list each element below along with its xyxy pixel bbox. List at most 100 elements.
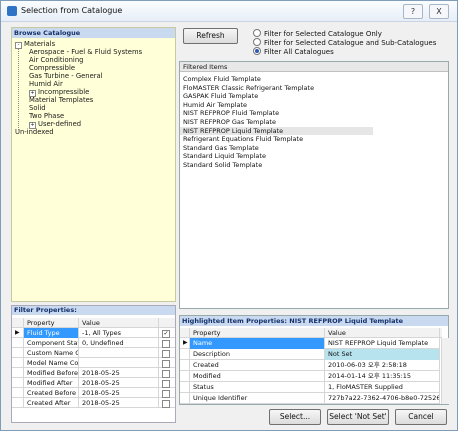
property-row[interactable]: Description Not Set	[180, 349, 440, 360]
row-indicator	[180, 371, 190, 382]
filter-property: Component Status	[24, 338, 79, 348]
property-value[interactable]: 727b7a22-7362-4706-b8e0-72526ea...	[325, 393, 440, 404]
filter-col-value: Value	[79, 318, 159, 328]
tree-item-label: Air Conditioning	[29, 56, 84, 64]
property-name: Modified	[190, 371, 325, 382]
filter-row[interactable]: Component Status0, Undefined	[12, 338, 175, 348]
cancel-button[interactable]: Cancel	[395, 409, 447, 425]
filter-scope-option[interactable]: Filter for Selected Catalogue Only	[253, 29, 382, 38]
tree-item[interactable]: Humid Air	[29, 80, 63, 88]
browse-catalogue-panel: Browse Catalogue - Materials Aerospace - F…	[11, 27, 176, 302]
filtered-item[interactable]: Standard Solid Template	[180, 161, 373, 169]
filter-scope-option[interactable]: Filter All Catalogues	[253, 47, 334, 56]
filter-row[interactable]: ▶ Fluid Type -1, All Types ✓	[12, 328, 175, 338]
filter-row[interactable]: Created After 2018-05-25	[12, 398, 175, 408]
filter-scope-option[interactable]: Filter for Selected Catalogue and Sub-Ca…	[253, 38, 436, 47]
selection-dialog: Selection from Catalogue ? X Browse Cata…	[0, 0, 458, 431]
filter-value[interactable]: 2018-05-25	[79, 388, 159, 398]
app-icon	[7, 6, 17, 16]
filtered-item[interactable]: Humid Air Template	[180, 101, 373, 109]
property-value[interactable]: NIST REFPROP Liquid Template	[325, 338, 440, 349]
tree-item-label: Un-indexed	[15, 128, 54, 136]
highlighted-col-property: Property	[190, 328, 325, 338]
filtered-item[interactable]: FloMASTER Classic Refrigerant Template	[180, 84, 373, 92]
filter-value[interactable]: 2018-05-25	[79, 368, 159, 378]
tree-item[interactable]: Material Templates	[29, 96, 93, 104]
filter-checkbox[interactable]	[162, 340, 170, 348]
filtered-item[interactable]: NIST REFPROP Fluid Template	[180, 109, 373, 117]
filter-value[interactable]: -1, All Types	[79, 328, 159, 338]
tree-item-label: Compressible	[29, 64, 76, 72]
filter-row[interactable]: Custom Name Cen...	[12, 348, 175, 358]
property-value[interactable]: 2010-06-03 오후 2:58:18	[325, 360, 440, 371]
tree-item[interactable]: Compressible	[29, 64, 75, 72]
filtered-item[interactable]: Complex Fluid Template	[180, 75, 373, 83]
filter-property: Created Before	[24, 388, 79, 398]
filtered-item[interactable]: Refrigerant Equations Fluid Template	[180, 135, 373, 143]
property-value[interactable]: Not Set	[325, 349, 440, 360]
property-row[interactable]: Created 2010-06-03 오후 2:58:18	[180, 360, 440, 371]
filtered-item[interactable]: Standard Gas Template	[180, 144, 373, 152]
filter-row[interactable]: Modified After 2018-05-25	[12, 378, 175, 388]
highlighted-properties-header: Highlighted Item Properties: NIST REFPRO…	[180, 316, 448, 326]
filter-properties-panel: Filter Properties: Property Value ▶ Fluid…	[11, 305, 176, 423]
filter-value[interactable]	[79, 348, 159, 358]
help-button[interactable]: ?	[403, 4, 423, 19]
property-row[interactable]: Status 1, FloMASTER Supplied	[180, 382, 440, 393]
property-value[interactable]: 2014-01-14 오후 11:35:15	[325, 371, 440, 382]
property-name: Description	[190, 349, 325, 360]
close-button[interactable]: X	[429, 4, 449, 19]
property-value[interactable]: 1, FloMASTER Supplied	[325, 382, 440, 393]
filtered-item[interactable]: Standard Liquid Template	[180, 152, 373, 160]
filtered-items-panel: Filtered Items Complex Fluid Template Flo…	[179, 61, 449, 309]
radio-button[interactable]	[253, 47, 261, 55]
filtered-items-header: Filtered Items	[180, 62, 448, 72]
window-title: Selection from Catalogue	[21, 6, 123, 15]
property-row[interactable]: Unique Identifier 727b7a22-7362-4706-b8e0…	[180, 393, 440, 404]
filter-value[interactable]	[79, 358, 159, 368]
tree-item-label: Materials	[24, 40, 56, 48]
filtered-item[interactable]: GASPAK Fluid Template	[180, 92, 373, 100]
row-indicator	[12, 398, 24, 408]
filter-checkbox[interactable]	[162, 360, 170, 368]
filter-row[interactable]: Created Before 2018-05-25	[12, 388, 175, 398]
tree-item[interactable]: Solid	[29, 104, 46, 112]
tree-item-label: Gas Turbine - General	[29, 72, 103, 80]
filtered-item[interactable]: NIST REFPROP Liquid Template	[180, 126, 373, 135]
tree-item[interactable]: Aerospace - Fuel & Fluid Systems	[29, 48, 142, 56]
tree-item[interactable]: Air Conditioning	[29, 56, 83, 64]
filter-checkbox[interactable]	[162, 370, 170, 378]
radio-button[interactable]	[253, 29, 261, 37]
filter-checkbox[interactable]: ✓	[162, 330, 170, 338]
filter-checkbox[interactable]	[162, 350, 170, 358]
property-row[interactable]: Modified 2014-01-14 오후 11:35:15	[180, 371, 440, 382]
row-indicator	[180, 382, 190, 393]
filter-checkbox[interactable]	[162, 390, 170, 398]
tree-item-label: Solid	[29, 104, 46, 112]
tree-item[interactable]: Un-indexed	[15, 128, 54, 136]
tree-item[interactable]: Gas Turbine - General	[29, 72, 103, 80]
filter-property: Modified Before	[24, 368, 79, 378]
select-button[interactable]: Select...	[269, 409, 321, 425]
filter-value[interactable]: 2018-05-25	[79, 378, 159, 388]
row-indicator	[12, 358, 24, 368]
filter-row[interactable]: Model Name Cont...	[12, 358, 175, 368]
tree-item-label: Incompressible	[38, 88, 90, 96]
filtered-item[interactable]: NIST REFPROP Gas Template	[180, 118, 373, 126]
highlighted-scrollbar[interactable]	[441, 338, 449, 404]
property-name: Status	[190, 382, 325, 393]
row-indicator: ▶	[180, 338, 190, 349]
filter-scope-label: Filter for Selected Catalogue and Sub-Ca…	[264, 39, 437, 47]
property-row[interactable]: ▶ Name NIST REFPROP Liquid Template	[180, 338, 440, 349]
select-not-set-button[interactable]: Select 'Not Set'	[327, 409, 389, 425]
filter-checkbox[interactable]	[162, 380, 170, 388]
radio-button[interactable]	[253, 38, 261, 46]
refresh-button[interactable]: Refresh	[183, 28, 238, 44]
filter-value[interactable]: 0, Undefined	[79, 338, 159, 348]
tree-item[interactable]: Two Phase	[29, 112, 64, 120]
filter-properties-header: Filter Properties:	[12, 306, 175, 315]
filter-property: Modified After	[24, 378, 79, 388]
filter-checkbox[interactable]	[162, 400, 170, 408]
filter-value[interactable]: 2018-05-25	[79, 398, 159, 408]
filter-row[interactable]: Modified Before 2018-05-25	[12, 368, 175, 378]
